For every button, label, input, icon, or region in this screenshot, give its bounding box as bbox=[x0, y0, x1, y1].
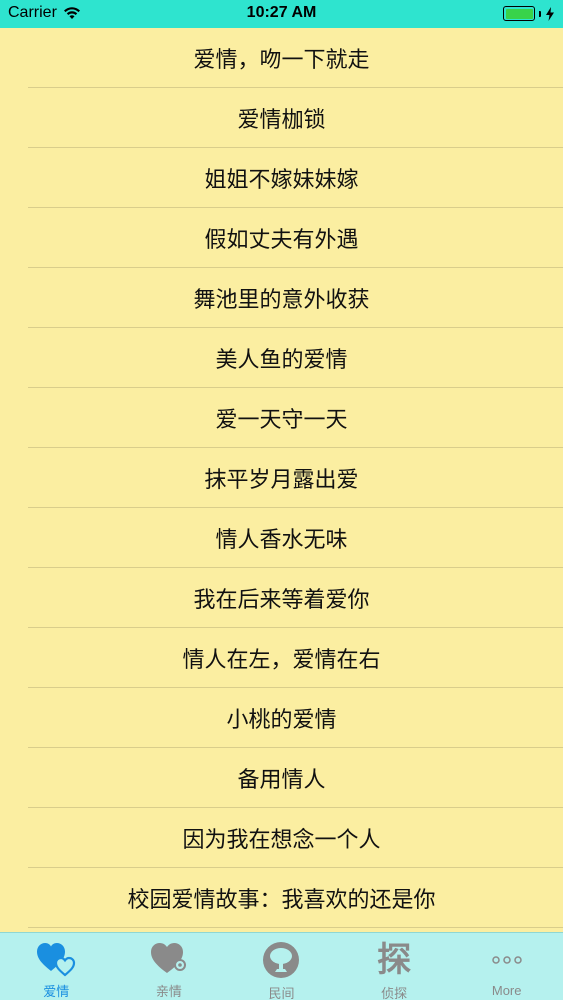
list-item[interactable]: 爱情枷锁 bbox=[0, 88, 563, 148]
tab-label: 爱情 bbox=[43, 985, 70, 1000]
list-item[interactable]: 备用情人 bbox=[0, 748, 563, 808]
list-item[interactable]: 因为我在想念一个人 bbox=[0, 808, 563, 868]
more-icon bbox=[487, 941, 527, 979]
tab-label: 民间 bbox=[268, 987, 295, 1000]
tab-label: 侦探 bbox=[381, 987, 408, 1000]
list-item[interactable]: 我在后来等着爱你 bbox=[0, 568, 563, 628]
list-item[interactable]: 姐姐不嫁妹妹嫁 bbox=[0, 148, 563, 208]
list-item[interactable]: 假如丈夫有外遇 bbox=[0, 208, 563, 268]
tan-character-icon: 探 bbox=[374, 941, 414, 979]
hearts-icon bbox=[36, 941, 76, 977]
tan-glyph: 探 bbox=[377, 940, 412, 980]
story-list[interactable]: 爱情，吻一下就走 爱情枷锁 姐姐不嫁妹妹嫁 假如丈夫有外遇 舞池里的意外收获 美… bbox=[0, 28, 563, 932]
tab-bar: 爱情 亲情 民间 探 侦探 More bbox=[0, 932, 563, 1000]
list-item[interactable]: 情人在左，爱情在右 bbox=[0, 628, 563, 688]
list-item[interactable]: 校园爱情故事：我喜欢的还是你 bbox=[0, 868, 563, 928]
tab-family[interactable]: 亲情 bbox=[113, 933, 226, 1000]
tab-love[interactable]: 爱情 bbox=[0, 933, 113, 1000]
tab-folk[interactable]: 民间 bbox=[225, 933, 338, 1000]
battery-tip bbox=[539, 10, 541, 17]
tab-detective[interactable]: 探 侦探 bbox=[338, 933, 451, 1000]
status-right bbox=[503, 6, 555, 21]
battery-icon bbox=[503, 6, 535, 21]
list-item[interactable]: 小桃的爱情 bbox=[0, 688, 563, 748]
heart-icon bbox=[149, 941, 189, 977]
status-bar: Carrier 10:27 AM bbox=[0, 0, 563, 28]
status-time: 10:27 AM bbox=[246, 4, 317, 21]
list-item[interactable]: 爱情，吻一下就走 bbox=[0, 28, 563, 88]
list-item[interactable]: 情人香水无味 bbox=[0, 508, 563, 568]
list-item[interactable]: 爱一天守一天 bbox=[0, 388, 563, 448]
list-item[interactable]: 舞池里的意外收获 bbox=[0, 268, 563, 328]
tab-more[interactable]: More bbox=[450, 933, 563, 1000]
charging-icon bbox=[546, 6, 554, 21]
list-item[interactable]: 抹平岁月露出爱 bbox=[0, 448, 563, 508]
tab-label: More bbox=[491, 983, 522, 998]
tab-label: 亲情 bbox=[155, 985, 182, 1000]
tree-icon bbox=[261, 941, 301, 979]
list-item[interactable]: 美人鱼的爱情 bbox=[0, 328, 563, 388]
